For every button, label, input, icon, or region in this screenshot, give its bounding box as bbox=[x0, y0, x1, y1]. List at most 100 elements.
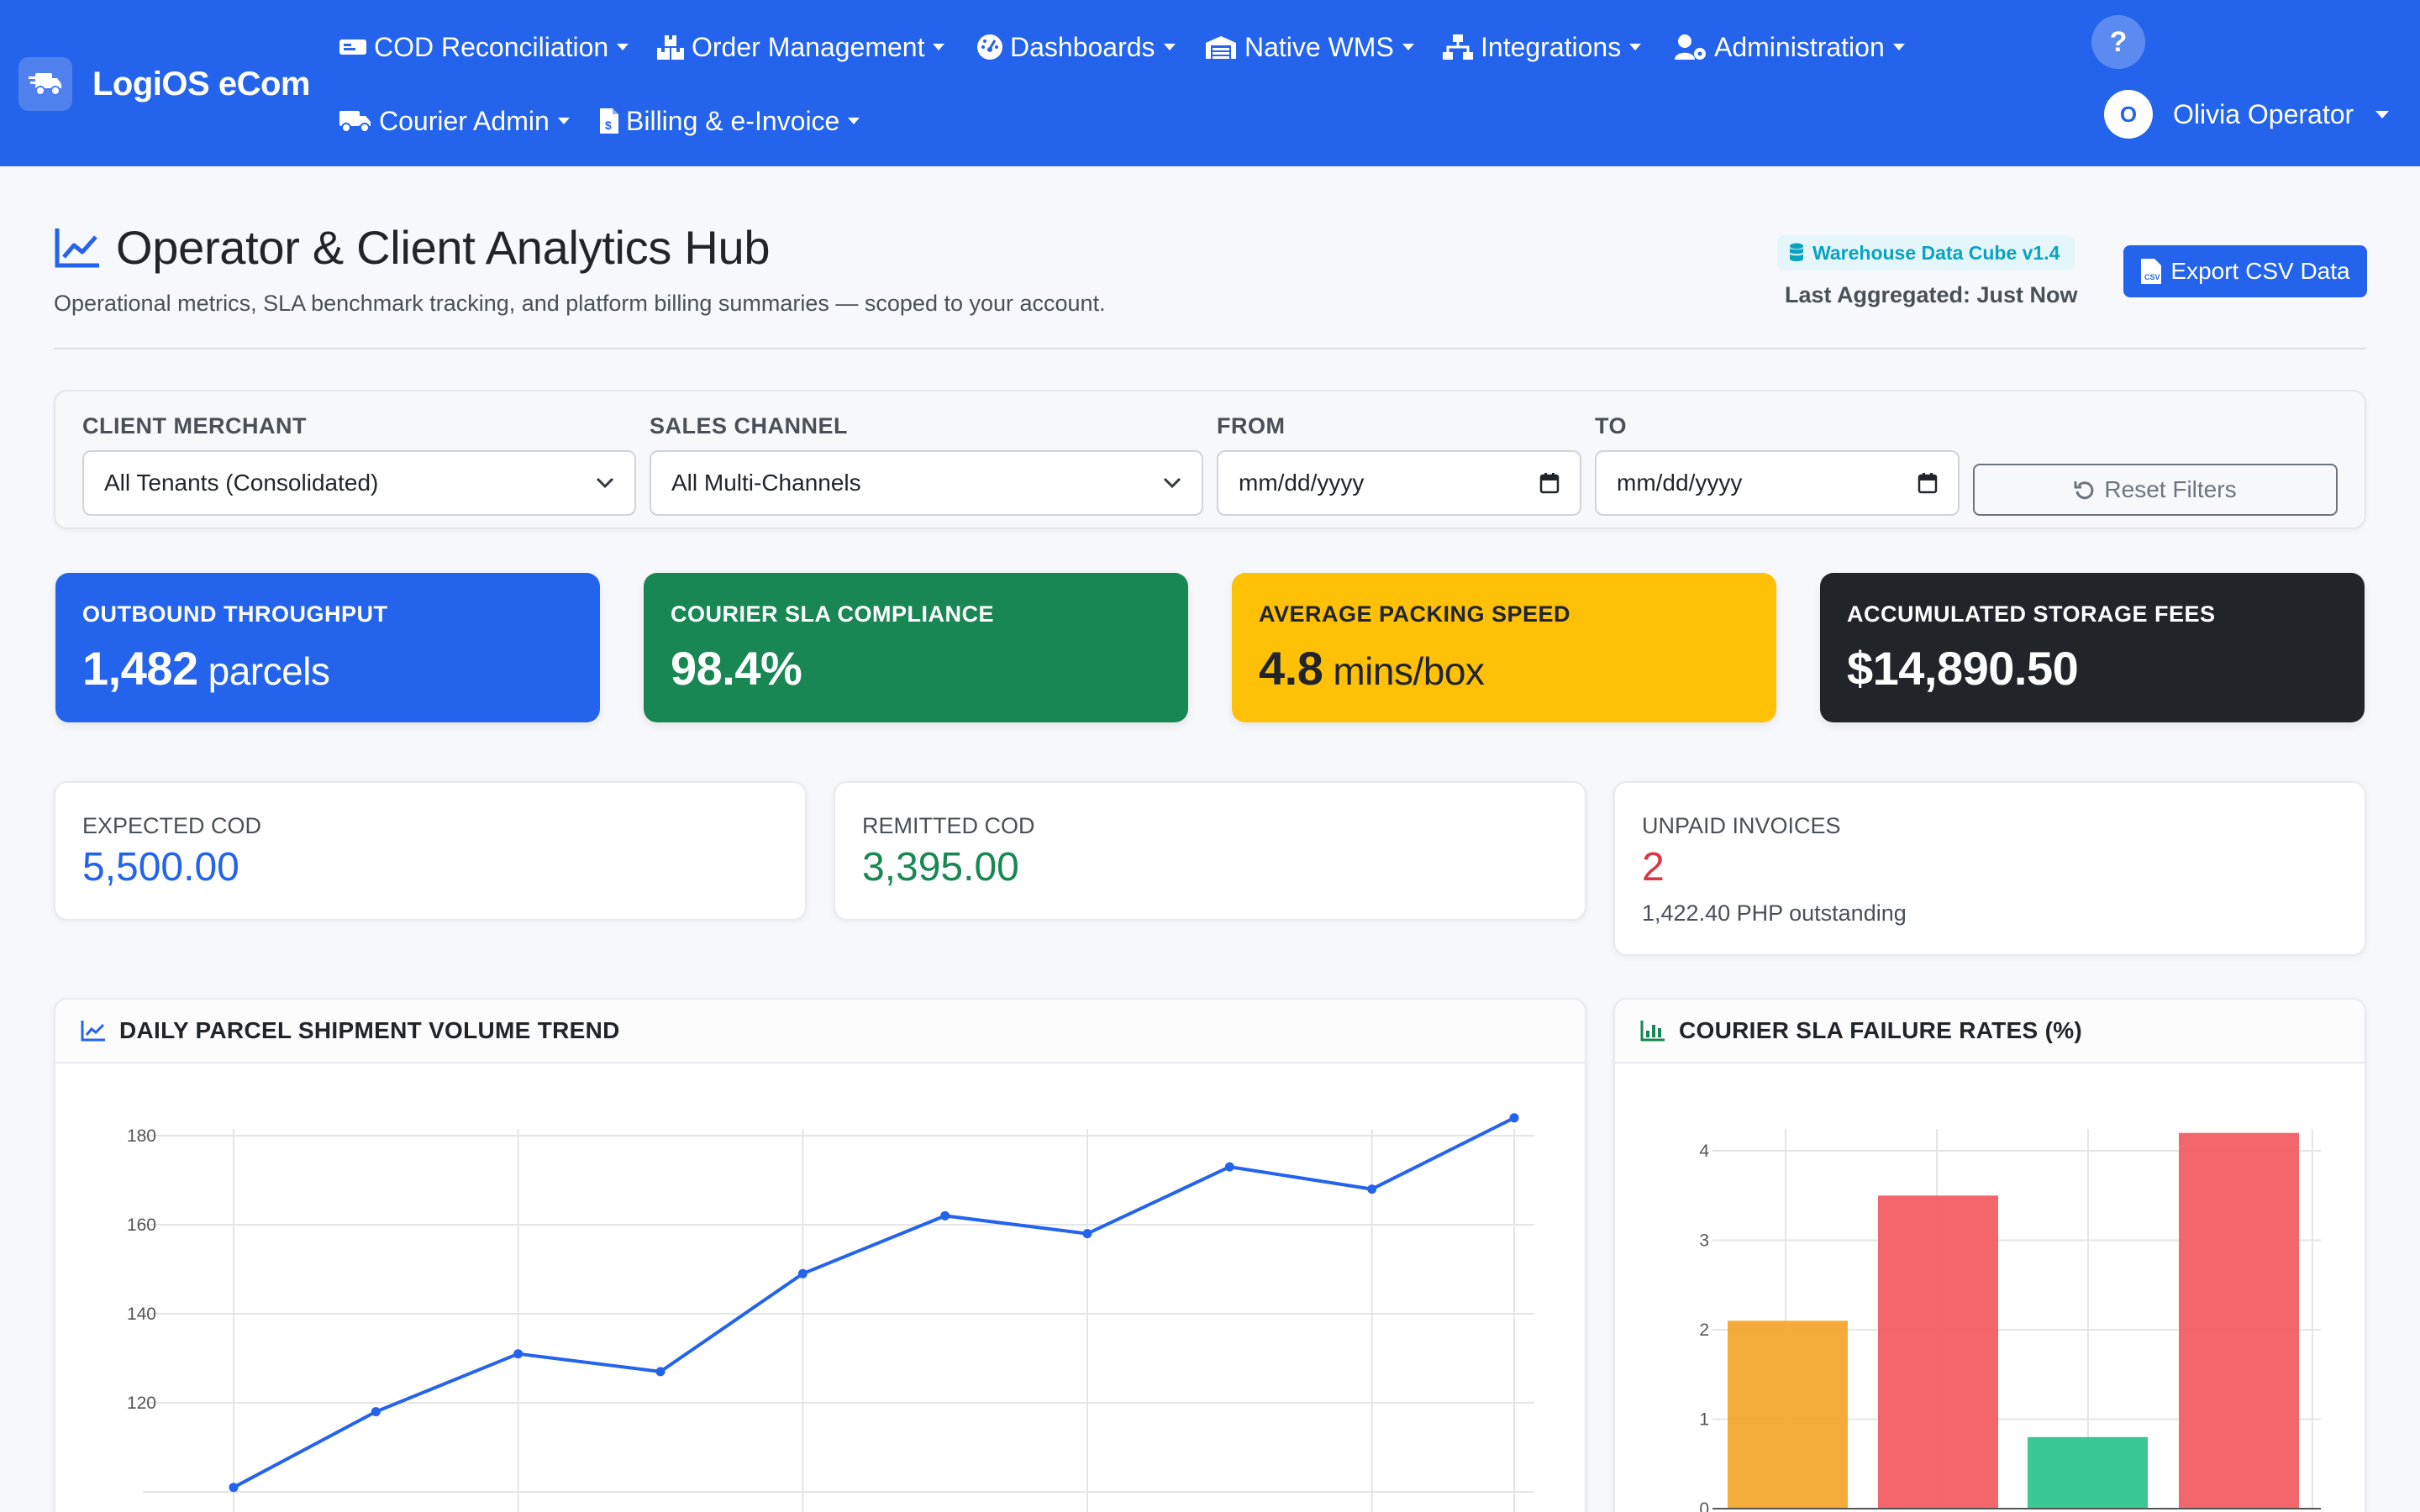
kpi-unit: parcels bbox=[208, 649, 330, 693]
from-date-input[interactable]: mm/dd/yyyy bbox=[1217, 450, 1581, 516]
chevron-down-icon bbox=[596, 477, 614, 489]
kpi-unit: mins/box bbox=[1333, 649, 1485, 693]
nav-label: Dashboards bbox=[1010, 31, 1155, 62]
nav-dashboards[interactable]: Dashboards bbox=[976, 24, 1176, 71]
card-label: EXPECTED COD bbox=[82, 813, 262, 838]
merchant-label: CLIENT MERCHANT bbox=[82, 413, 307, 438]
channel-label: SALES CHANNEL bbox=[650, 413, 849, 438]
y-tick-label: 1 bbox=[1699, 1410, 1709, 1430]
volume-line-chart: 120 140 160 180 bbox=[127, 1113, 1534, 1512]
bar bbox=[2028, 1436, 2148, 1509]
from-label: FROM bbox=[1217, 413, 1286, 438]
caret-down-icon bbox=[1892, 44, 1905, 50]
invoice-icon: $ bbox=[599, 108, 619, 134]
data-point bbox=[513, 1349, 523, 1359]
page-heading: Operator & Client Analytics Hub bbox=[116, 221, 771, 274]
user-menu[interactable]: O Olivia Operator bbox=[2104, 89, 2390, 139]
to-date-input[interactable]: mm/dd/yyyy bbox=[1595, 450, 1960, 516]
kpi-value: $14,890.50 bbox=[1847, 642, 2079, 695]
data-point bbox=[1224, 1162, 1234, 1172]
sitemap-icon bbox=[1442, 34, 1474, 60]
database-icon bbox=[1789, 243, 1804, 263]
chart-line-icon bbox=[81, 1020, 106, 1042]
warehouse-icon bbox=[1204, 34, 1238, 60]
data-point bbox=[797, 1268, 808, 1278]
data-point bbox=[229, 1483, 239, 1493]
nav-courier-admin[interactable]: Courier Admin bbox=[339, 97, 570, 144]
card-header: DAILY PARCEL SHIPMENT VOLUME TREND bbox=[55, 1000, 1585, 1063]
nav-label: Billing & e-Invoice bbox=[626, 105, 840, 136]
nav-order-management[interactable]: Order Management bbox=[656, 24, 945, 71]
chart-line-icon bbox=[54, 227, 101, 269]
help-button[interactable]: ? bbox=[2091, 15, 2145, 69]
nav-label: COD Reconciliation bbox=[374, 31, 609, 62]
caret-down-icon bbox=[933, 44, 945, 50]
bar bbox=[2179, 1132, 2299, 1509]
kpi-label: ACCUMULATED STORAGE FEES bbox=[1847, 601, 2216, 627]
caret-down-icon bbox=[848, 118, 860, 124]
user-gear-icon bbox=[1674, 34, 1707, 60]
export-csv-button[interactable]: CSV Export CSV Data bbox=[2123, 245, 2367, 297]
svg-text:CSV: CSV bbox=[2144, 273, 2160, 281]
data-point bbox=[1082, 1229, 1092, 1239]
export-label: Export CSV Data bbox=[2170, 258, 2350, 284]
kpi-value: 98.4% bbox=[671, 642, 802, 695]
chart-title: DAILY PARCEL SHIPMENT VOLUME TREND bbox=[119, 1017, 620, 1043]
unpaid-invoices-card: UNPAID INVOICES 2 1,422.40 PHP outstandi… bbox=[1613, 781, 2366, 956]
y-tick-label: 0 bbox=[1699, 1499, 1709, 1512]
brand[interactable]: LogiOS eCom bbox=[18, 57, 310, 111]
calendar-icon bbox=[1918, 472, 1938, 494]
truck-icon bbox=[339, 109, 372, 133]
channel-value: All Multi-Channels bbox=[671, 470, 861, 496]
badge-label: Warehouse Data Cube v1.4 bbox=[1812, 241, 2060, 264]
nav-label: Integrations bbox=[1481, 31, 1622, 62]
nav-administration[interactable]: Administration bbox=[1674, 24, 1905, 71]
nav-native-wms[interactable]: Native WMS bbox=[1204, 24, 1414, 71]
nav-billing-einvoice[interactable]: $ Billing & e-Invoice bbox=[599, 97, 860, 144]
gauge-icon bbox=[976, 34, 1003, 60]
boxes-icon bbox=[656, 34, 685, 60]
caret-down-icon bbox=[617, 44, 629, 50]
y-tick-label: 2 bbox=[1699, 1320, 1709, 1340]
data-point bbox=[940, 1210, 950, 1221]
kpi-value: 4.8 bbox=[1259, 642, 1323, 695]
rotate-left-icon bbox=[2074, 479, 2096, 501]
money-bill-icon bbox=[339, 37, 367, 57]
file-csv-icon: CSV bbox=[2140, 258, 2162, 285]
reset-filters-button[interactable]: Reset Filters bbox=[1973, 464, 2338, 516]
data-cube-badge: Warehouse Data Cube v1.4 bbox=[1777, 235, 2075, 270]
nav-cod-reconciliation[interactable]: COD Reconciliation bbox=[339, 24, 629, 71]
card-label: UNPAID INVOICES bbox=[1642, 813, 1841, 838]
kpi-label: COURIER SLA COMPLIANCE bbox=[671, 601, 995, 627]
to-placeholder: mm/dd/yyyy bbox=[1617, 470, 1743, 496]
y-tick-label: 120 bbox=[127, 1394, 156, 1413]
kpi-value: 1,482 bbox=[82, 642, 198, 695]
caret-down-icon bbox=[1163, 44, 1176, 50]
page-title: Operator & Client Analytics Hub bbox=[54, 220, 770, 275]
data-point bbox=[1367, 1184, 1377, 1194]
data-point bbox=[655, 1367, 666, 1377]
last-aggregated: Last Aggregated: Just Now bbox=[1785, 282, 2078, 307]
caret-down-icon bbox=[1629, 44, 1642, 50]
kpi-courier-sla-compliance: COURIER SLA COMPLIANCE 98.4% bbox=[644, 573, 1188, 722]
kpi-label: AVERAGE PACKING SPEED bbox=[1259, 601, 1571, 627]
channel-select[interactable]: All Multi-Channels bbox=[650, 450, 1203, 516]
truck-fast-icon bbox=[18, 57, 72, 111]
merchant-select[interactable]: All Tenants (Consolidated) bbox=[82, 450, 636, 516]
page-subtitle: Operational metrics, SLA benchmark track… bbox=[54, 291, 1106, 316]
nav-integrations[interactable]: Integrations bbox=[1442, 24, 1642, 71]
header-divider bbox=[54, 348, 2366, 349]
caret-down-icon bbox=[557, 118, 570, 124]
avatar: O bbox=[2104, 90, 2153, 139]
from-placeholder: mm/dd/yyyy bbox=[1239, 470, 1365, 496]
expected-cod-card: EXPECTED COD 5,500.00 bbox=[54, 781, 807, 921]
y-tick-label: 4 bbox=[1699, 1142, 1709, 1161]
y-tick-label: 180 bbox=[127, 1126, 156, 1146]
calendar-icon bbox=[1539, 472, 1560, 494]
nav-label: Native WMS bbox=[1244, 31, 1394, 62]
card-label: REMITTED COD bbox=[862, 813, 1035, 838]
card-header: COURIER SLA FAILURE RATES (%) bbox=[1615, 1000, 2365, 1063]
reset-label: Reset Filters bbox=[2104, 476, 2237, 502]
data-point bbox=[1509, 1113, 1519, 1123]
sla-bar-chart: 0 1 2 3 4 bbox=[1699, 1129, 2321, 1512]
